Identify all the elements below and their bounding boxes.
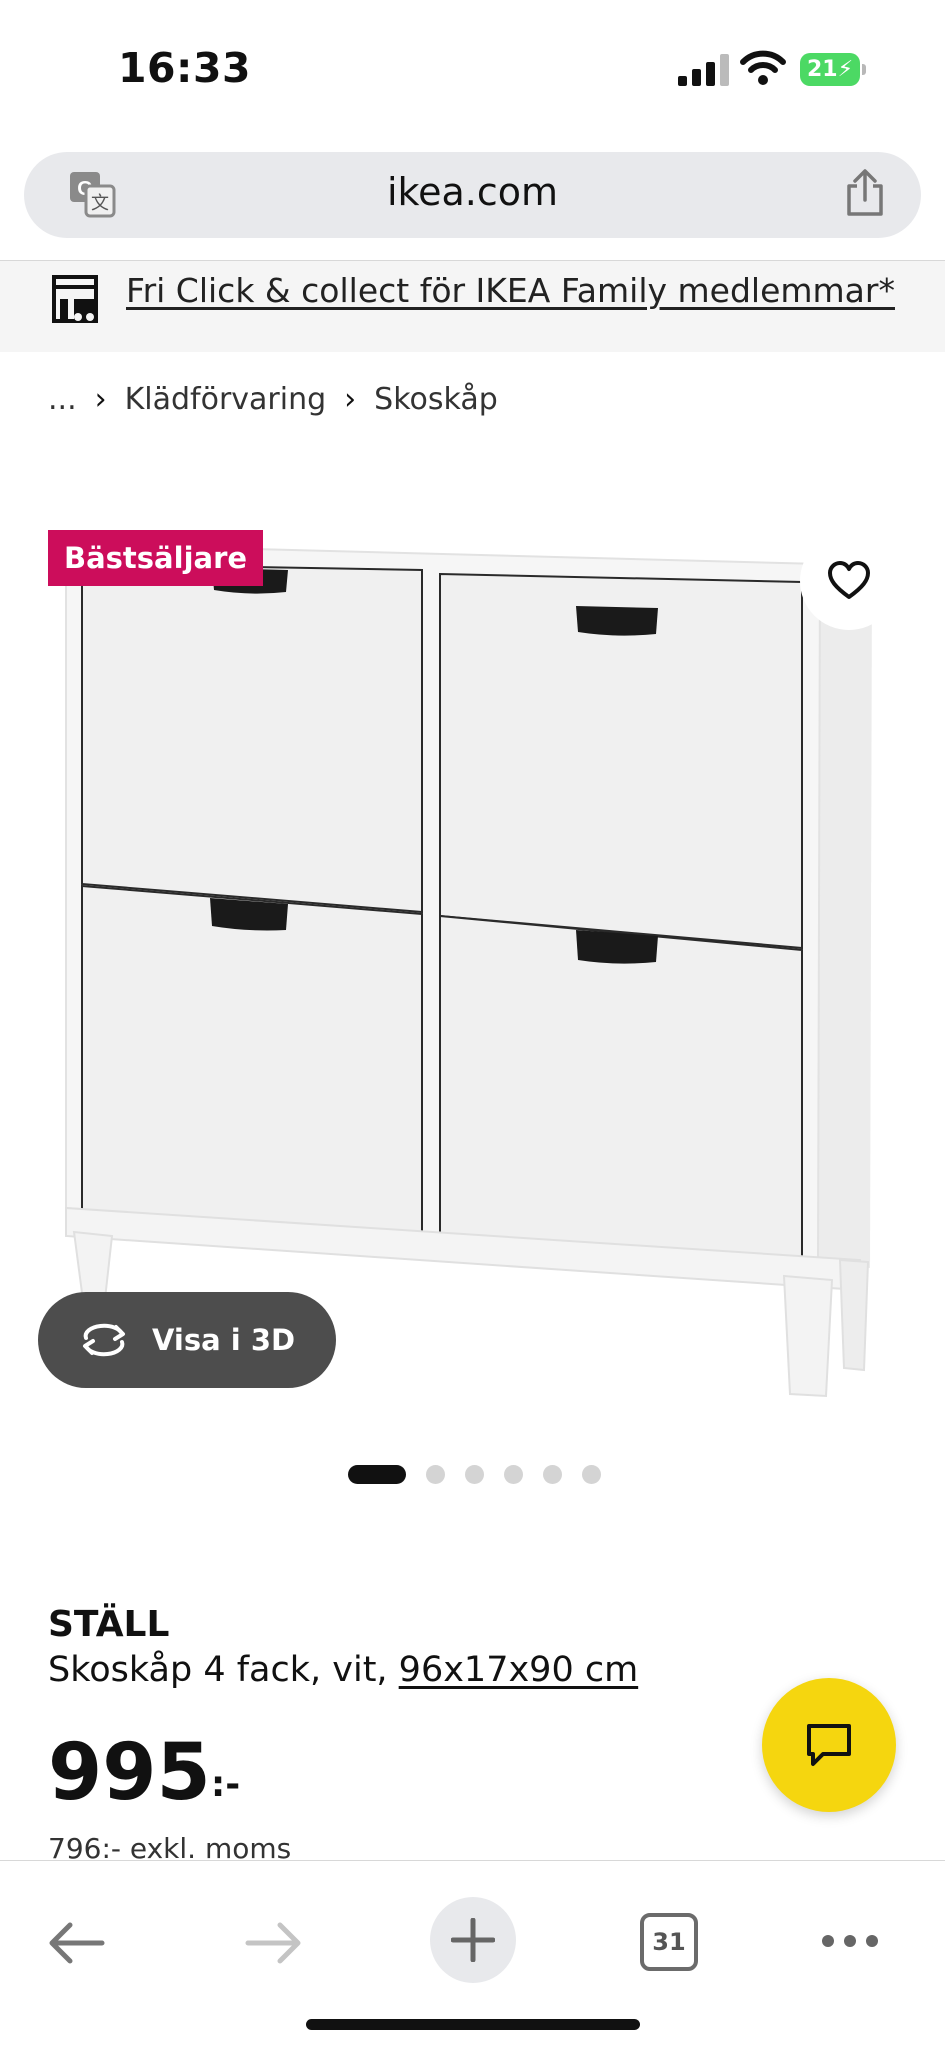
bestseller-badge: Bästsäljare	[48, 530, 264, 586]
price-suffix: :-	[210, 1764, 241, 1805]
cellular-signal-icon	[678, 54, 729, 86]
product-dimensions-link[interactable]: 96x17x90 cm	[399, 1650, 639, 1690]
breadcrumb-item-skoskap[interactable]: Skoskåp	[374, 382, 498, 417]
url-text[interactable]: ikea.com	[24, 170, 921, 214]
forward-button[interactable]	[238, 1913, 310, 1973]
battery-charging-icon: 21 ⚡	[800, 53, 866, 86]
rotate-3d-icon	[83, 1323, 125, 1357]
status-bar: 16:33 21 ⚡	[0, 0, 945, 140]
heart-icon	[828, 561, 870, 599]
store-icon	[52, 275, 98, 323]
breadcrumb-item-kladforvaring[interactable]: Klädförvaring	[125, 382, 327, 417]
carousel-dot-5[interactable]	[543, 1464, 562, 1484]
wifi-icon	[740, 50, 786, 85]
product-type: Skoskåp 4 fack, vit,	[48, 1650, 399, 1690]
chat-button[interactable]	[762, 1678, 896, 1812]
product-name: STÄLL	[48, 1604, 170, 1645]
promo-link[interactable]: Fri Click & collect för IKEA Family medl…	[126, 271, 895, 310]
battery-level: 21	[806, 57, 838, 82]
more-button[interactable]	[818, 1921, 882, 1961]
view-in-3d-button[interactable]: Visa i 3D	[38, 1292, 336, 1388]
address-bar[interactable]: G 文 ikea.com	[24, 152, 921, 238]
carousel-dots	[348, 1464, 621, 1484]
carousel-dot-1[interactable]	[348, 1464, 406, 1484]
plus-icon	[451, 1918, 495, 1962]
chat-icon	[807, 1724, 851, 1766]
price-value: 995	[48, 1728, 211, 1818]
breadcrumb-ellipsis[interactable]: ...	[48, 382, 77, 417]
carousel-dot-2[interactable]	[426, 1464, 445, 1484]
view-in-3d-label: Visa i 3D	[152, 1323, 296, 1357]
forward-arrow-icon	[245, 1922, 301, 1964]
back-button[interactable]	[40, 1913, 112, 1973]
carousel-dot-4[interactable]	[504, 1464, 523, 1484]
tab-count: 31	[652, 1928, 686, 1956]
share-icon[interactable]	[843, 168, 887, 218]
favorite-button[interactable]	[800, 532, 898, 630]
chevron-right-icon: ›	[94, 382, 107, 417]
chevron-right-icon: ›	[344, 382, 357, 417]
browser-toolbar: 31	[0, 1860, 945, 2048]
new-tab-button[interactable]	[430, 1897, 516, 1983]
product-description: Skoskåp 4 fack, vit, 96x17x90 cm	[48, 1650, 638, 1690]
back-arrow-icon	[49, 1922, 105, 1964]
carousel-dot-6[interactable]	[582, 1464, 601, 1484]
shoe-cabinet-image	[65, 542, 872, 1398]
product-price: 995:-	[48, 1728, 240, 1818]
more-icon	[822, 1935, 878, 1947]
product-image[interactable]	[0, 500, 945, 1430]
tabs-icon[interactable]: 31	[640, 1913, 698, 1971]
promo-banner: Fri Click & collect för IKEA Family medl…	[0, 260, 945, 352]
carousel-dot-3[interactable]	[465, 1464, 484, 1484]
status-time: 16:33	[118, 44, 252, 92]
home-indicator[interactable]	[306, 2019, 640, 2030]
breadcrumb: ... › Klädförvaring › Skoskåp	[48, 382, 498, 417]
